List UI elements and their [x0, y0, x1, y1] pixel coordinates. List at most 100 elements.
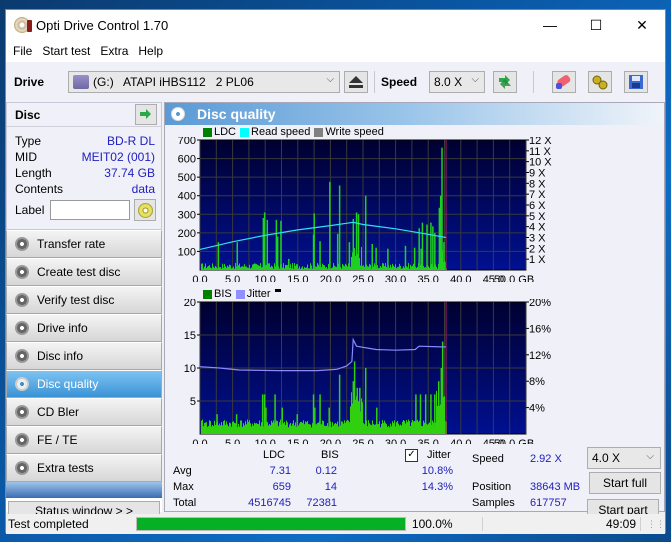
bar-baseline	[436, 266, 437, 270]
stats-total-bis: 72381	[306, 497, 337, 509]
nav-label: CD Bler	[37, 405, 80, 419]
ldc-chart: 100 200 300 400 500 600 700 1 X2 X3 X4 X5 X6 X7…	[178, 137, 553, 282]
bar-baseline	[293, 420, 294, 434]
title-bar: Opti Drive Control 1.70 — ☐ ✕	[6, 10, 665, 40]
y-right-tick-label: 3 X	[529, 233, 546, 245]
minimize-button[interactable]: —	[527, 10, 573, 40]
disc-label-input[interactable]	[50, 200, 131, 220]
bar-spike	[216, 414, 218, 434]
bar-baseline	[350, 406, 351, 434]
refresh-speed-button[interactable]	[493, 71, 518, 93]
nav-create-test-disc[interactable]: Create test disc	[6, 258, 162, 286]
legend-swatch-read-speed	[240, 127, 250, 137]
nav-label: Verify test disc	[37, 293, 115, 307]
nav-cd-bler[interactable]: CD Bler	[6, 398, 162, 426]
bar-baseline	[286, 420, 287, 434]
save-button[interactable]	[624, 71, 649, 93]
bar-baseline	[214, 267, 215, 270]
menu-start-test[interactable]: Start test	[42, 44, 90, 58]
bar-baseline	[271, 265, 272, 270]
nav-disc-info[interactable]: Disc info	[6, 342, 162, 370]
speed-select[interactable]: 8.0 X ⌵	[429, 71, 486, 93]
bar-baseline	[294, 425, 295, 434]
bar-baseline	[403, 420, 404, 434]
bar-baseline	[252, 423, 253, 434]
x-tick-label: 30.0	[385, 438, 406, 444]
bar-baseline	[293, 268, 294, 270]
bar-baseline	[224, 263, 225, 270]
y-right-tick-label: 8%	[529, 376, 545, 388]
bar-spike	[328, 407, 330, 434]
bar-baseline	[247, 267, 248, 270]
bar-baseline	[299, 266, 300, 270]
bar-baseline	[390, 264, 391, 270]
bar-baseline	[385, 263, 386, 270]
bar-baseline	[427, 424, 428, 434]
nav-drive-info[interactable]: Drive info	[6, 314, 162, 342]
jitter-checkbox[interactable]: ✓	[405, 448, 418, 462]
menu-help[interactable]: Help	[138, 44, 163, 58]
bar-baseline	[303, 268, 304, 270]
bar-baseline	[315, 266, 316, 270]
x-tick-label: 50.0 GB	[494, 438, 534, 444]
nav-label: Create test disc	[37, 265, 121, 279]
start-full-button[interactable]: Start full	[589, 472, 661, 494]
bar-baseline	[213, 266, 214, 270]
y-right-tick-label: 12 X	[529, 137, 552, 147]
bar-baseline	[286, 265, 287, 270]
bar-baseline	[402, 421, 403, 434]
menu-file[interactable]: File	[13, 44, 32, 58]
bar-baseline	[215, 265, 216, 270]
bar-baseline	[395, 264, 396, 270]
bar-baseline	[393, 265, 394, 270]
bar-baseline	[270, 267, 271, 270]
menu-extra[interactable]: Extra	[100, 44, 128, 58]
y-left-tick-label: 100	[178, 246, 196, 258]
app-logo-icon	[14, 17, 32, 33]
drive-select[interactable]: (G:) ATAPI iHBS112 2 PL06 ⌵	[68, 71, 341, 93]
bar-baseline	[318, 264, 319, 270]
bar-spike	[275, 219, 278, 270]
bar-baseline	[394, 266, 395, 270]
nav-extra-tests[interactable]: Extra tests	[6, 454, 162, 482]
y-right-tick-label: 12%	[529, 350, 551, 362]
y-left-tick-label: 400	[178, 191, 196, 203]
bar-baseline	[230, 265, 231, 270]
bar-baseline	[406, 420, 407, 434]
nav-disc-quality[interactable]: Disc quality	[6, 370, 162, 398]
resize-grip-icon[interactable]: ⋮⋮	[647, 519, 665, 530]
stats-max-bis: 14	[324, 481, 337, 493]
bar-baseline	[208, 425, 209, 434]
disc-info-panel: Disc Type BD-R DL MID MEIT02 (001) Length 3…	[6, 102, 162, 230]
nav-fe-te[interactable]: FE / TE	[6, 426, 162, 454]
sidebar: Disc Type BD-R DL MID MEIT02 (001) Length 3…	[6, 102, 162, 512]
bar-baseline	[230, 423, 231, 434]
bar-baseline	[408, 419, 409, 434]
close-button[interactable]: ✕	[619, 10, 665, 40]
erase-button[interactable]	[552, 71, 577, 93]
nav-transfer-rate[interactable]: Transfer rate	[6, 230, 162, 258]
bar-baseline	[428, 423, 429, 434]
bar-baseline	[361, 398, 362, 434]
disc-refresh-button[interactable]	[135, 104, 157, 125]
bar-spike	[353, 361, 356, 434]
maximize-button[interactable]: ☐	[573, 10, 619, 40]
bar-baseline	[326, 425, 327, 434]
bar-baseline	[218, 425, 219, 434]
bar-baseline	[374, 263, 375, 270]
bar-baseline	[267, 422, 268, 434]
bar-baseline	[351, 392, 352, 434]
disc-label-cd-button[interactable]	[134, 199, 157, 221]
disc-contents-value: data	[131, 182, 155, 196]
bar-baseline	[424, 267, 425, 270]
bar-baseline	[212, 424, 213, 434]
y-right-tick-label: 16%	[529, 323, 551, 335]
bar-baseline	[337, 421, 338, 434]
panel-header: Disc quality	[165, 103, 664, 125]
nav-verify-test-disc[interactable]: Verify test disc	[6, 286, 162, 314]
eject-button[interactable]	[344, 71, 369, 93]
test-speed-select[interactable]: 4.0 X ⌵	[587, 447, 661, 469]
bar-baseline	[219, 267, 220, 270]
bar-baseline	[331, 426, 332, 434]
settings-button[interactable]	[588, 71, 613, 93]
